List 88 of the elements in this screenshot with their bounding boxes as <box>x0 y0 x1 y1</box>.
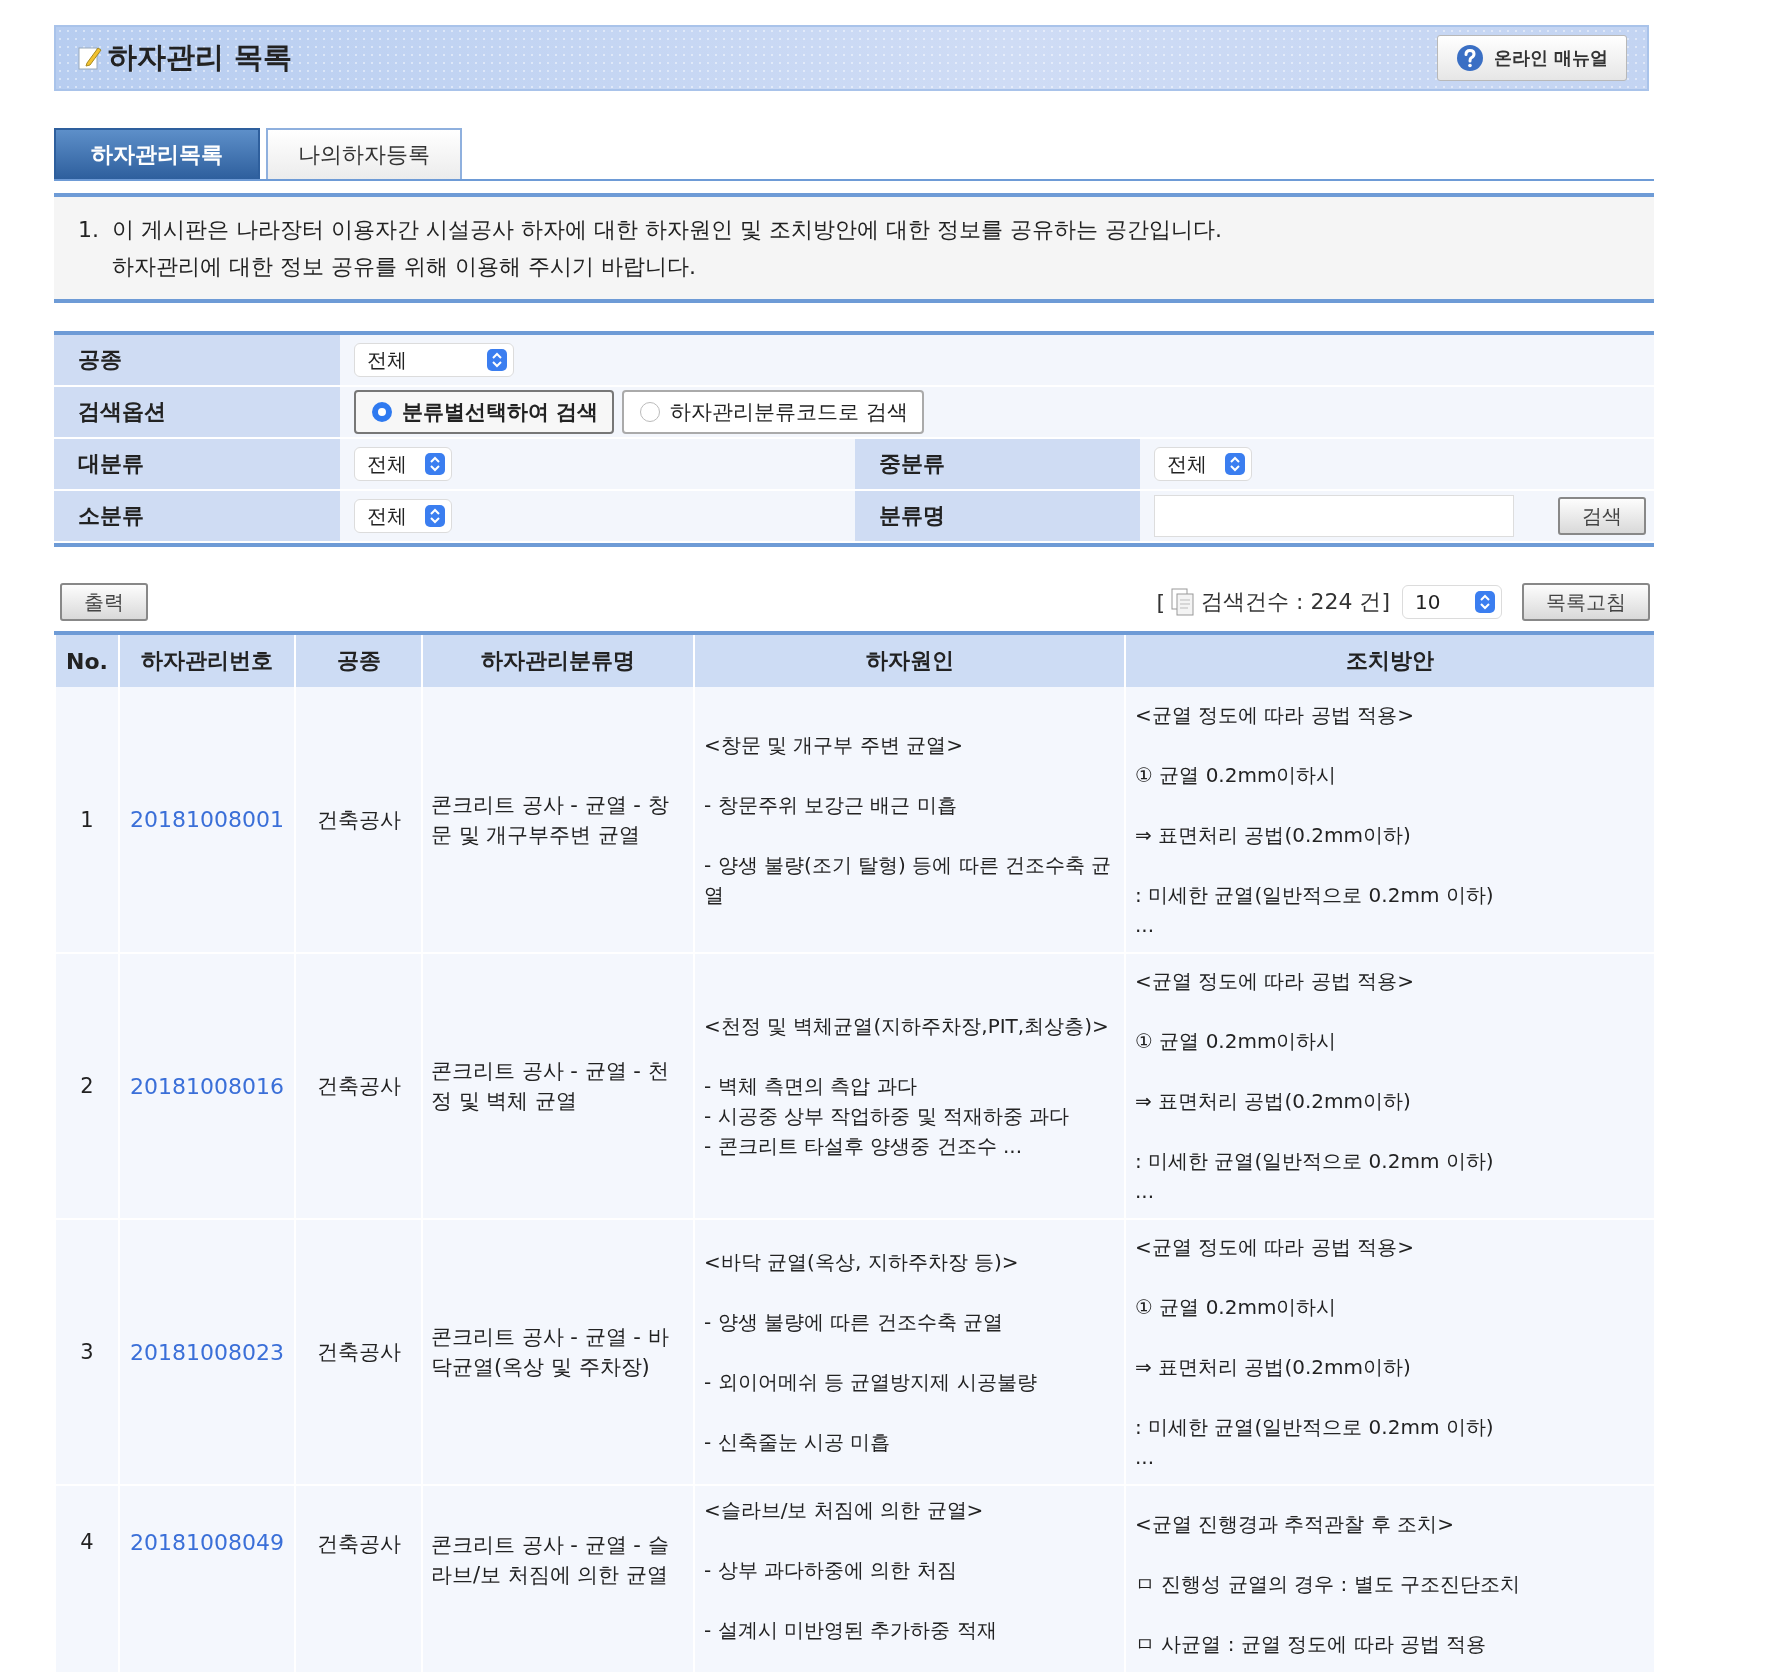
radio-option[interactable]: 분류별선택하여 검색 <box>354 390 615 434</box>
radio-option[interactable]: 하자관리분류코드로 검색 <box>622 390 924 434</box>
work-type-dropdown[interactable]: 전체 <box>354 343 514 377</box>
table-cell: 2 <box>55 953 119 1219</box>
cause-text: <바닥 균열(옥상, 지하주차장 등)> <box>704 1249 1020 1276</box>
cause-text: - 상부 과다하중에 의한 처짐 <box>704 1557 958 1584</box>
form-label: 소분류 <box>54 491 340 543</box>
search-button[interactable]: 검색 <box>1558 497 1646 535</box>
notice-text: 하자관리에 대한 정보 공유를 위해 이용해 주시기 바랍니다. <box>112 253 697 281</box>
column-header: 하자관리분류명 <box>422 633 694 687</box>
action-text: ⇒ 표면처리 공법(0.2mm이하) <box>1135 821 1412 849</box>
table-cell: 1 <box>55 687 119 953</box>
table-cell: 콘크리트 공사 - 균열 - 바닥균열(옥상 및 주차장) <box>422 1219 694 1485</box>
cause-text: - 양생 불량에 따른 건조수축 균열 <box>704 1309 1004 1336</box>
action-text: ... <box>1135 1178 1156 1205</box>
table-cell: 콘크리트 공사 - 균열 - 슬라브/보 처짐에 의한 균열 <box>422 1485 694 1672</box>
table-cell: 건축공사 <box>295 687 422 953</box>
print-button[interactable]: 출력 <box>60 583 148 621</box>
action-text: <균열 정도에 따라 공법 적용> <box>1135 701 1415 729</box>
cause-text: - 벽체 측면의 측압 과다 <box>704 1073 918 1100</box>
column-header: 조치방안 <box>1125 633 1654 687</box>
notice-text: 이 게시판은 나라장터 이용자간 시설공사 하자에 대한 하자원인 및 조치방안에 대한 정보를 공유하는 공간입니다. <box>112 216 1222 244</box>
action-text: ⇒ 표면처리 공법(0.2mm이하) <box>1135 1354 1412 1381</box>
action-text: <균열 진행경과 추적관찰 후 조치> <box>1135 1511 1455 1538</box>
form-label: 검색옵션 <box>54 387 340 439</box>
column-header: No. <box>55 633 119 687</box>
notice-number: 1. <box>78 216 100 244</box>
action-text: ⇒ 표면처리 공법(0.2mm이하) <box>1135 1088 1412 1115</box>
category-name-field[interactable] <box>1154 495 1514 537</box>
tab[interactable]: 하자관리목록 <box>54 128 260 179</box>
defect-number-link[interactable]: 20181008016 <box>130 1073 284 1099</box>
online-manual-button[interactable]: 온라인 매뉴얼 <box>1436 35 1627 81</box>
refresh-list-button[interactable]: 목록고침 <box>1522 583 1650 621</box>
spinner-icon <box>425 453 445 475</box>
spinner-icon <box>1475 591 1495 613</box>
cause-text: <슬라브/보 처짐에 의한 균열> <box>704 1497 985 1524</box>
cause-text: - 콘크리트 타설후 양생중 건조수 ... <box>704 1133 1024 1160</box>
defect-number-link[interactable]: 20181008023 <box>130 1339 284 1365</box>
help-icon <box>1455 44 1484 72</box>
column-header: 하자관리번호 <box>119 633 295 687</box>
action-text: ㅁ 사균열 : 균열 정도에 따라 공법 적용 <box>1135 1631 1488 1658</box>
document-icon <box>1171 588 1196 616</box>
spinner-icon <box>1225 453 1245 475</box>
action-text: ① 균열 0.2mm이하시 <box>1135 761 1338 789</box>
page-title: 하자관리 목록 <box>108 39 293 76</box>
cause-text: - 창문주위 보강근 배근 미흡 <box>704 791 958 819</box>
action-text: : 미세한 균열(일반적으로 0.2mm 이하) <box>1135 881 1495 909</box>
table-cell: 콘크리트 공사 - 균열 - 창문 및 개구부주변 균열 <box>422 687 694 953</box>
defect-number-link[interactable]: 20181008001 <box>130 807 284 832</box>
column-header: 하자원인 <box>694 633 1125 687</box>
form-label: 중분류 <box>855 439 1140 491</box>
form-label: 분류명 <box>855 491 1140 543</box>
spinner-icon <box>425 505 445 527</box>
action-text: : 미세한 균열(일반적으로 0.2mm 이하) <box>1135 1148 1495 1175</box>
page-size-dropdown[interactable]: 10 <box>1402 585 1502 619</box>
cause-text: - 시공중 상부 작업하중 및 적재하중 과다 <box>704 1103 1071 1130</box>
cause-text: - 설계시 미반영된 추가하중 적재 <box>704 1617 998 1644</box>
form-label: 대분류 <box>54 439 340 491</box>
action-text: ① 균열 0.2mm이하시 <box>1135 1294 1338 1321</box>
tab[interactable]: 나의하자등록 <box>266 128 462 179</box>
defect-number-link[interactable]: 20181008049 <box>130 1530 284 1555</box>
category-dropdown[interactable]: 전체 <box>354 447 452 481</box>
table-cell: 콘크리트 공사 - 균열 - 천정 및 벽체 균열 <box>422 953 694 1219</box>
table-cell: 건축공사 <box>295 1485 422 1672</box>
spinner-icon <box>487 349 507 371</box>
category-dropdown[interactable]: 전체 <box>354 499 452 533</box>
action-text: <균열 정도에 따라 공법 적용> <box>1135 968 1415 995</box>
result-count: 검색건수 : 224 건] <box>1201 588 1390 616</box>
action-text: ㅁ 진행성 균열의 경우 : 별도 구조진단조치 <box>1135 1571 1521 1598</box>
action-text: : 미세한 균열(일반적으로 0.2mm 이하) <box>1135 1414 1495 1441</box>
memo-pencil-icon <box>78 45 102 71</box>
action-text: ... <box>1135 1444 1156 1471</box>
form-label: 공종 <box>54 335 340 387</box>
table-cell: 건축공사 <box>295 953 422 1219</box>
action-text: ... <box>1135 911 1156 939</box>
action-text: <균열 정도에 따라 공법 적용> <box>1135 1234 1415 1261</box>
cause-text: <창문 및 개구부 주변 균열> <box>704 731 964 759</box>
cause-text: - 외이어메쉬 등 균열방지제 시공불량 <box>704 1369 1038 1396</box>
category-dropdown[interactable]: 전체 <box>1154 447 1252 481</box>
cause-text: <천정 및 벽체균열(지하주차장,PIT,최상층)> <box>704 1013 1110 1040</box>
cause-text: - 양생 불량(조기 탈형) 등에 따른 건조수축 균열 <box>704 851 1113 909</box>
table-cell: 3 <box>55 1219 119 1485</box>
bracket-text: [ <box>1156 589 1166 615</box>
column-header: 공종 <box>295 633 422 687</box>
action-text: ① 균열 0.2mm이하시 <box>1135 1028 1338 1055</box>
table-cell: 건축공사 <box>295 1219 422 1485</box>
table-cell: 4 <box>55 1485 119 1672</box>
cause-text: - 신축줄눈 시공 미흡 <box>704 1429 892 1456</box>
